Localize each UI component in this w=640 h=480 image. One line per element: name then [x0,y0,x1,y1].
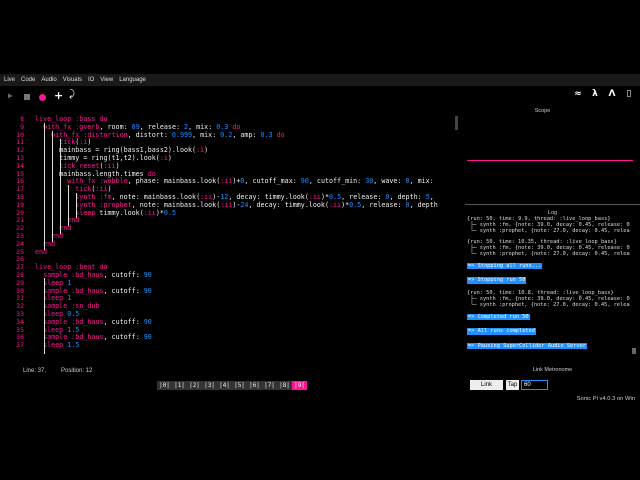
menu-code[interactable]: Code [21,77,35,83]
status-line: Line: 37, [23,368,47,374]
help-icon[interactable]: Λ [607,89,617,99]
link-button[interactable]: Link [470,380,503,390]
buffer-tab-9[interactable]: |9| [292,381,307,390]
log-line: └─ synth :prophet, {note: 27.0, decay: 0… [467,302,630,309]
log-status-badge: => Stopping all runs... [467,263,543,270]
log-status-badge: => Stopping run 50 [467,277,527,284]
menu-live[interactable]: Live [4,77,15,83]
log-panel: {run: 50, time: 9.9, thread: :live_loop_… [467,216,637,356]
editor-scrollbar[interactable] [455,116,458,130]
indent-guide [44,123,45,250]
tap-button[interactable]: Tap [506,380,519,390]
size-up-icon[interactable]: + [54,89,63,102]
log-status-badge: => Completed run 50 [467,314,530,321]
toolbar-right-icons: ≈ λ Λ ▯ [573,89,634,99]
menu-audio[interactable]: Audio [41,77,56,83]
buffer-tab-6[interactable]: |6| [247,381,262,390]
buffer-tab-0[interactable]: |0| [157,381,172,390]
buffer-tab-7[interactable]: |7| [262,381,277,390]
scope-icon[interactable]: ≈ [573,89,583,99]
menu-visuals[interactable]: Visuals [63,77,82,83]
buffer-tab-8[interactable]: |8| [277,381,292,390]
log-line: └─ synth :prophet, {note: 27.0, decay: 0… [467,251,630,258]
indent-guide [68,185,69,226]
log-scrollbar[interactable] [632,348,636,354]
status-bar: Line: 37, Position: 12 [0,366,458,378]
version-label: Sonic Pi v4.0.3 on Win [576,396,635,402]
scope-title: Scope [534,108,551,114]
prefs-icon[interactable]: ▯ [624,89,634,99]
link-metronome-title: Link Metronome [532,367,573,373]
log-line: {run: 50, time: 10.35, thread: :live_loo… [467,238,617,245]
code-editor[interactable]: 8 9 10 11 12 13 14 15 16 17 18 19 20 21 22 23 24 25 26 27 28… [0,112,458,356]
buffer-tab-3[interactable]: |3| [202,381,217,390]
code-line: sleep 1.5 [43,341,80,350]
log-status-badge: => All runs completed [467,328,536,335]
line-number: 37 [16,341,24,350]
buffer-tab-4[interactable]: |4| [217,381,232,390]
sonic-pi-window: Live Code Audio Visuals IO View Language… [0,0,640,480]
buffer-tab-1[interactable]: |1| [172,381,187,390]
record-icon[interactable] [39,94,46,101]
panel-divider[interactable] [465,204,640,205]
log-line: └─ synth :prophet, {note: 27.0, decay: 0… [467,228,630,235]
buffer-tab-2[interactable]: |2| [187,381,202,390]
indent-guide [76,193,77,218]
buffer-tab-5[interactable]: |5| [232,381,247,390]
code-line: end [35,247,48,256]
scope-waveform [467,160,633,161]
menu-bar: Live Code Audio Visuals IO View Language [0,74,640,86]
bpm-input[interactable]: 60 [521,380,548,390]
indent-guide [60,139,61,234]
toolbar: ▶ + ⤸ ≈ λ Λ ▯ [0,88,640,106]
play-icon[interactable]: ▶ [8,91,13,100]
menu-view[interactable]: View [100,77,113,83]
log-status-badge: => Pausing SuperCollider Audio Server [467,342,587,349]
lambda-icon[interactable]: λ [590,89,600,99]
menu-language[interactable]: Language [119,77,146,83]
status-position: Position: 12 [61,368,93,374]
indent-guide [44,278,45,354]
indent-guide [52,131,53,242]
align-code-icon[interactable]: ⤸ [69,89,75,100]
stop-icon[interactable] [24,94,30,100]
buffer-tabs: |0| |1| |2| |3| |4| |5| |6| |7| |8| |9| [157,381,307,390]
menu-io[interactable]: IO [88,77,94,83]
line-number-gutter: 8 9 10 11 12 13 14 15 16 17 18 19 20 21 22 23 24 25 26 27 28… [0,112,28,356]
log-line: {run: 50, time: 10.8, thread: :live_loop… [467,289,614,296]
